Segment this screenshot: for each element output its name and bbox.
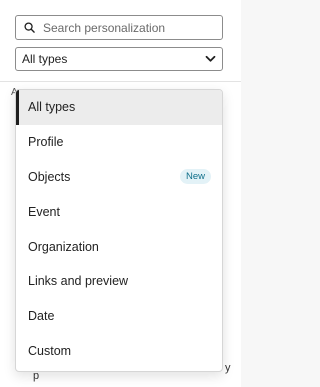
search-input[interactable] [43,20,213,35]
option-label: Links and preview [28,274,129,289]
divider [0,81,241,82]
chevron-down-icon [205,55,216,62]
option-label: Custom [28,343,72,358]
type-dropdown-menu: All types Profile Objects New Event Orga… [15,89,223,372]
option-label: Objects [28,169,71,184]
background-text-fragment: y [225,362,231,374]
option-organization[interactable]: Organization [16,229,222,264]
option-links-and-preview[interactable]: Links and preview [16,264,222,299]
option-label: All types [28,100,76,115]
option-label: Event [28,204,60,219]
option-label: Date [28,309,55,324]
personalization-panel: All types A p y All types Profile Object… [0,0,241,387]
search-field[interactable] [15,15,223,40]
type-select-value: All types [22,52,68,66]
option-label: Profile [28,135,64,150]
option-date[interactable]: Date [16,299,222,334]
option-objects[interactable]: Objects New [16,160,222,195]
option-custom[interactable]: Custom [16,334,222,369]
type-select[interactable]: All types [15,47,223,71]
option-event[interactable]: Event [16,194,222,229]
option-label: Organization [28,239,99,254]
option-profile[interactable]: Profile [16,125,222,160]
option-all-types[interactable]: All types [16,90,222,125]
search-icon [24,22,35,33]
new-badge: New [179,169,211,185]
